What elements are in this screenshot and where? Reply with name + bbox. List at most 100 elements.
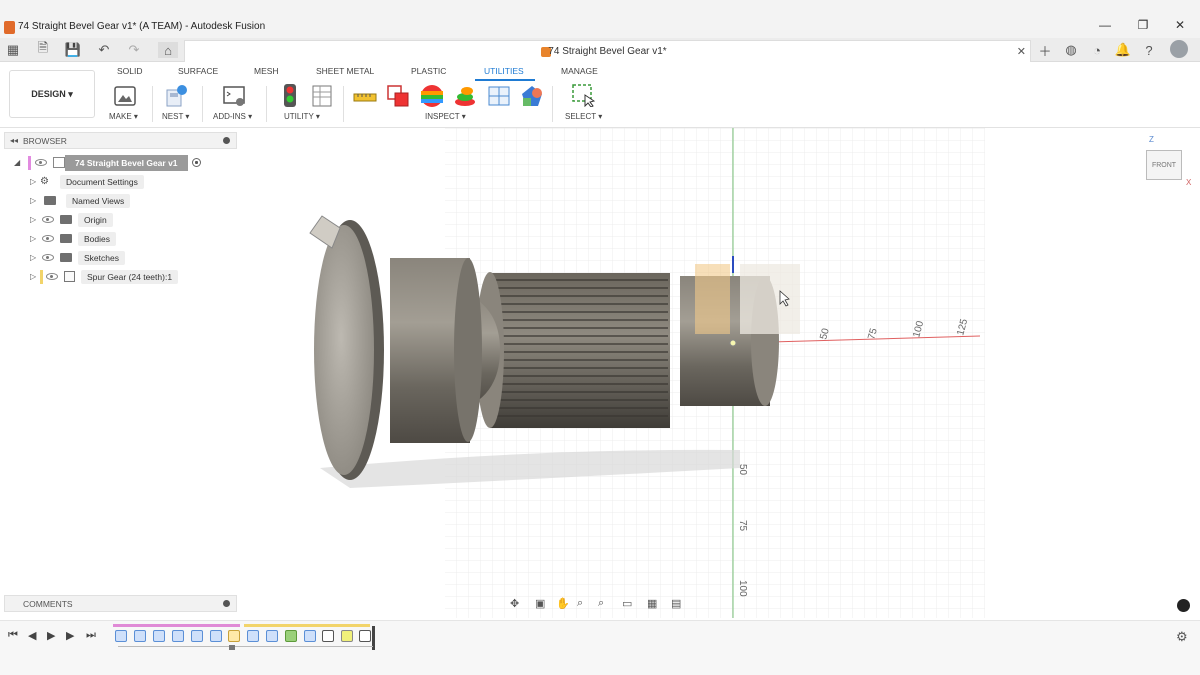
view-cube-front-face[interactable]: FRONT	[1146, 150, 1182, 180]
browser-panel-header[interactable]: ◂◂ BROWSER	[4, 132, 237, 149]
expand-arrow-icon[interactable]: ▷	[30, 177, 40, 186]
visibility-eye-icon[interactable]	[42, 254, 54, 261]
timeline-last-icon[interactable]: ⏭	[86, 629, 96, 642]
tab-sheet-metal[interactable]: SHEET METAL	[316, 66, 374, 76]
redo-icon[interactable]: ↷	[122, 42, 146, 58]
timeline-component-feature[interactable]	[228, 630, 240, 642]
tree-item-document-settings[interactable]: ▷ ⚙ Document Settings	[14, 173, 234, 190]
3d-print-icon[interactable]	[113, 84, 137, 108]
scripts-addins-icon[interactable]	[222, 84, 246, 108]
workspace-switcher[interactable]: DESIGN ▾	[9, 70, 95, 118]
look-at-icon[interactable]: ▣	[535, 597, 545, 610]
visibility-eye-icon[interactable]	[42, 216, 54, 223]
timeline-play-icon[interactable]: ▶	[47, 629, 55, 642]
timeline-sketch-feature[interactable]	[247, 630, 259, 642]
timeline-first-icon[interactable]: ⏮	[8, 629, 18, 642]
expand-arrow-icon[interactable]: ▷	[30, 234, 40, 243]
tab-surface[interactable]: SURFACE	[178, 66, 218, 76]
tab-utilities[interactable]: UTILITIES	[484, 66, 524, 76]
tree-item-spur-gear[interactable]: ▷ Spur Gear (24 teeth):1	[14, 268, 234, 285]
pan-icon[interactable]: ✋	[556, 597, 570, 610]
display-settings-icon[interactable]: ▭	[622, 597, 632, 610]
tab-solid[interactable]: SOLID	[117, 66, 143, 76]
minimize-button[interactable]: —	[1095, 18, 1115, 32]
timeline-previous-icon[interactable]: ◀	[28, 629, 36, 642]
section-analysis-icon[interactable]	[487, 84, 511, 108]
extensions-icon[interactable]: ◍	[1062, 42, 1080, 58]
timeline-sketch-feature[interactable]	[115, 630, 127, 642]
timeline-move-feature[interactable]	[322, 630, 334, 642]
draft-analysis-icon[interactable]	[453, 84, 477, 108]
timeline-move-feature[interactable]	[359, 630, 371, 642]
comments-pin-icon[interactable]	[223, 600, 230, 607]
comments-panel-header[interactable]: COMMENTS	[4, 595, 237, 612]
expand-arrow-icon[interactable]: ◢	[14, 158, 28, 167]
zebra-analysis-icon[interactable]	[420, 84, 444, 108]
collapse-arrows-icon[interactable]: ◂◂	[10, 136, 18, 145]
change-parameters-icon[interactable]	[278, 83, 302, 107]
tree-item-origin[interactable]: ▷ Origin	[14, 211, 234, 228]
account-badge-icon[interactable]	[1177, 599, 1190, 612]
timeline-extrude-feature[interactable]	[285, 630, 297, 642]
zoom-icon[interactable]: ⌕	[577, 597, 583, 610]
timeline-move-feature[interactable]	[341, 630, 353, 642]
visibility-eye-icon[interactable]	[46, 273, 58, 280]
view-cube[interactable]: FRONT Z X	[1140, 135, 1191, 190]
root-component-label[interactable]: 74 Straight Bevel Gear v1	[65, 154, 188, 171]
home-icon[interactable]: ⌂	[158, 42, 178, 58]
restore-button[interactable]: ❐	[1133, 18, 1153, 32]
make-group-label[interactable]: MAKE ▾	[109, 112, 138, 121]
fit-icon[interactable]: ⌕	[598, 597, 604, 610]
tree-root-row[interactable]: ◢ 74 Straight Bevel Gear v1	[14, 154, 234, 171]
nest-group-label[interactable]: NEST ▾	[162, 112, 189, 121]
select-group-label[interactable]: SELECT ▾	[565, 112, 602, 121]
component-color-cycling-icon[interactable]	[520, 84, 544, 108]
timeline-extrude-feature[interactable]	[172, 630, 184, 642]
undo-icon[interactable]: ↶	[92, 42, 116, 58]
new-tab-icon[interactable]: ＋	[1036, 42, 1054, 59]
select-window-icon[interactable]	[571, 83, 595, 107]
timeline-pattern-feature[interactable]	[210, 630, 222, 642]
browser-pin-icon[interactable]	[223, 137, 230, 144]
user-avatar[interactable]	[1170, 40, 1188, 58]
visibility-eye-icon[interactable]	[42, 235, 54, 242]
3d-viewport[interactable]: 50 75 100 125 50 75 100	[240, 128, 1200, 618]
timeline-settings-gear-icon[interactable]: ⚙	[1176, 629, 1188, 645]
timeline-scroll-thumb[interactable]	[229, 645, 235, 650]
tree-item-sketches[interactable]: ▷ Sketches	[14, 249, 234, 266]
save-icon[interactable]: 💾	[64, 42, 82, 58]
activate-radio-icon[interactable]	[191, 158, 201, 167]
addins-group-label[interactable]: ADD-INS ▾	[213, 112, 252, 121]
tab-plastic[interactable]: PLASTIC	[411, 66, 446, 76]
utility-group-label[interactable]: UTILITY ▾	[284, 112, 320, 121]
interference-icon[interactable]	[386, 84, 410, 108]
measure-icon[interactable]	[353, 85, 377, 109]
orbit-icon[interactable]: ✥	[510, 597, 519, 610]
timeline-sketch-feature[interactable]	[266, 630, 278, 642]
tree-item-bodies[interactable]: ▷ Bodies	[14, 230, 234, 247]
job-status-icon[interactable]: ◔	[1088, 42, 1106, 58]
viewports-icon[interactable]: ▤	[671, 597, 681, 610]
tab-manage[interactable]: MANAGE	[561, 66, 598, 76]
close-window-button[interactable]: ✕	[1170, 18, 1190, 32]
help-icon[interactable]: ?	[1140, 42, 1158, 58]
timeline-next-icon[interactable]: ▶	[66, 629, 74, 642]
close-tab-icon[interactable]: ✕	[1017, 45, 1026, 58]
document-tab[interactable]: 74 Straight Bevel Gear v1* ✕	[184, 40, 1031, 62]
timeline-sketch-feature[interactable]	[304, 630, 316, 642]
nest-icon[interactable]	[165, 84, 189, 108]
notifications-icon[interactable]: 🔔	[1114, 42, 1132, 58]
tree-item-named-views[interactable]: ▷ Named Views	[14, 192, 234, 209]
app-grid-icon[interactable]: ▦	[4, 42, 22, 58]
parameters-table-icon[interactable]	[310, 84, 334, 108]
expand-arrow-icon[interactable]: ▷	[30, 215, 40, 224]
grid-settings-icon[interactable]: ▦	[647, 597, 657, 610]
visibility-eye-icon[interactable]	[35, 159, 47, 166]
expand-arrow-icon[interactable]: ▷	[30, 196, 40, 205]
timeline-revolve-feature[interactable]	[134, 630, 146, 642]
tab-mesh[interactable]: MESH	[254, 66, 279, 76]
file-menu-icon[interactable]: 🗎	[32, 40, 54, 58]
inspect-group-label[interactable]: INSPECT ▾	[425, 112, 466, 121]
expand-arrow-icon[interactable]: ▷	[30, 253, 40, 262]
timeline-hole-feature[interactable]	[191, 630, 203, 642]
